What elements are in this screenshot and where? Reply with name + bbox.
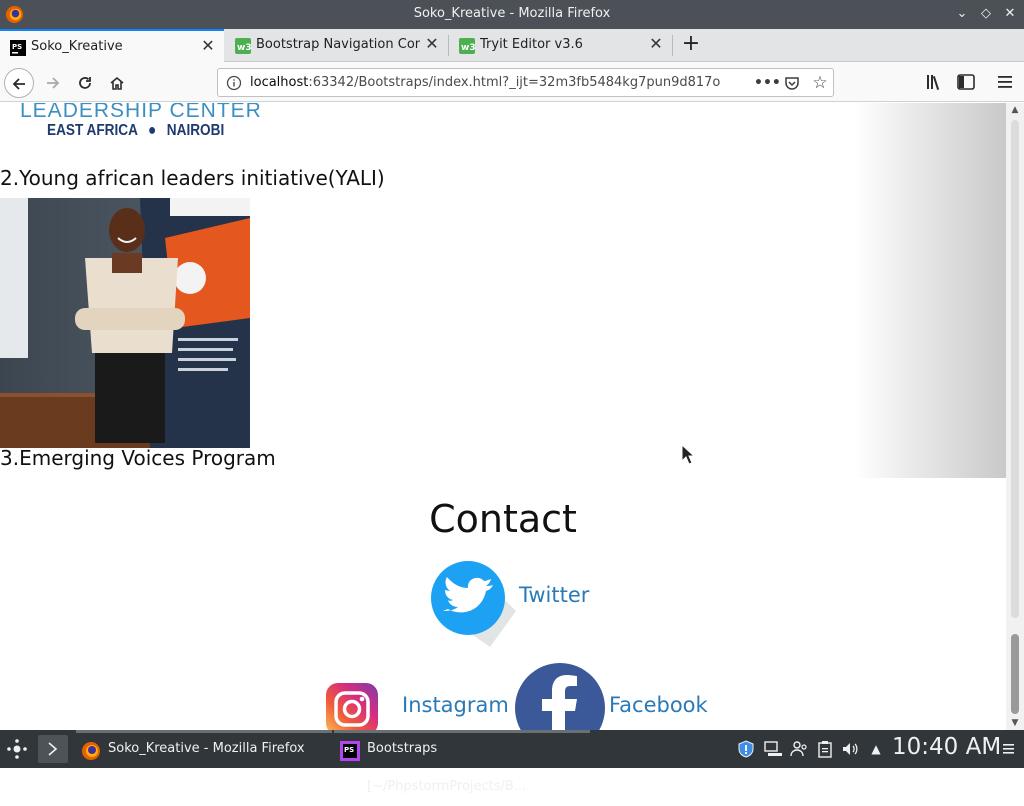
new-tab-icon[interactable]: + bbox=[679, 33, 703, 57]
facebook-icon[interactable] bbox=[515, 663, 605, 730]
contact-heading: Contact bbox=[429, 497, 577, 541]
user-switch-icon[interactable] bbox=[789, 739, 809, 759]
scrollbar-thumb[interactable] bbox=[1011, 634, 1019, 714]
back-arrow-icon bbox=[12, 78, 25, 90]
forward-button[interactable] bbox=[38, 68, 68, 98]
w3schools-icon: w3 bbox=[235, 38, 251, 54]
close-tab-icon[interactable]: ✕ bbox=[648, 36, 664, 52]
svg-text:w3: w3 bbox=[461, 43, 475, 53]
info-icon[interactable] bbox=[226, 75, 242, 91]
shield-icon[interactable] bbox=[736, 739, 756, 759]
logo-bullet: ● bbox=[148, 122, 157, 139]
logo-subtitle-left: EAST AFRICA bbox=[47, 122, 138, 139]
navigation-toolbar: localhost:63342/Bootstraps/index.html?_i… bbox=[0, 62, 1024, 102]
programs-section: LEADERSHIP CENTER EAST AFRICA ● NAIROBI … bbox=[0, 103, 1006, 478]
chevron-up-icon[interactable]: ▲ bbox=[866, 739, 886, 759]
panel-menu-icon[interactable] bbox=[998, 739, 1018, 759]
network-icon[interactable] bbox=[763, 739, 783, 759]
show-desktop-button[interactable] bbox=[38, 735, 68, 763]
clipboard-icon[interactable] bbox=[815, 739, 835, 759]
logo-title: LEADERSHIP CENTER bbox=[20, 103, 262, 122]
taskbar: Soko_Kreative - Mozilla Firefox PS Boots… bbox=[0, 730, 1024, 794]
scroll-down-arrow-icon[interactable]: ▼ bbox=[1010, 718, 1020, 728]
chevron-right-icon bbox=[48, 742, 58, 756]
window-titlebar: Soko_Kreative - Mozilla Firefox ⌄ ◇ ✕ bbox=[0, 0, 1024, 29]
reload-button[interactable] bbox=[70, 68, 100, 98]
program-item-yali: 2.Young african leaders initiative(YALI) bbox=[0, 166, 385, 190]
svg-text:PS: PS bbox=[344, 746, 354, 754]
minimize-icon[interactable]: ⌄ bbox=[953, 5, 971, 23]
url-text[interactable]: localhost:63342/Bootstraps/index.html?_i… bbox=[250, 75, 720, 90]
facebook-link[interactable]: Facebook bbox=[609, 693, 708, 717]
library-icon[interactable] bbox=[923, 72, 945, 92]
bookmark-star-icon[interactable]: ☆ bbox=[811, 74, 829, 92]
taskbar-item-firefox[interactable]: Soko_Kreative - Mozilla Firefox bbox=[76, 730, 332, 768]
logo-subtitle-right: NAIROBI bbox=[166, 122, 225, 139]
address-bar[interactable]: localhost:63342/Bootstraps/index.html?_i… bbox=[217, 68, 834, 97]
twitter-icon[interactable] bbox=[430, 559, 518, 649]
scrollbar-track[interactable] bbox=[1011, 120, 1019, 618]
pocket-icon[interactable] bbox=[783, 74, 801, 92]
tab-strip: PS Soko_Kreative ✕ w3 Bootstrap Navigati… bbox=[0, 29, 1024, 62]
tab-soko-kreative[interactable]: PS Soko_Kreative ✕ bbox=[0, 29, 224, 62]
window-title: Soko_Kreative - Mozilla Firefox bbox=[413, 6, 611, 21]
back-button[interactable] bbox=[4, 68, 34, 98]
page-viewport: LEADERSHIP CENTER EAST AFRICA ● NAIROBI … bbox=[0, 103, 1006, 730]
svg-text:w3: w3 bbox=[237, 43, 251, 53]
instagram-link[interactable]: Instagram bbox=[402, 693, 509, 717]
svg-text:PS: PS bbox=[12, 43, 22, 51]
firefox-icon bbox=[82, 742, 100, 760]
taskbar-item-phpstorm[interactable]: PS Bootstraps [~/PhpstormProjects/B... bbox=[334, 730, 590, 794]
url-path: :63342/Bootstraps/index.html?_ijt=32m3fb… bbox=[308, 75, 720, 90]
twitter-link[interactable]: Twitter bbox=[519, 583, 589, 607]
taskbar-item-label: Bootstraps [~/PhpstormProjects/B... bbox=[367, 741, 527, 794]
reload-icon bbox=[79, 77, 91, 89]
program-item-emerging-voices: 3.Emerging Voices Program bbox=[0, 446, 276, 470]
close-tab-icon[interactable]: ✕ bbox=[424, 36, 440, 52]
taskbar-item-label: Soko_Kreative - Mozilla Firefox bbox=[108, 741, 305, 756]
home-button[interactable] bbox=[102, 68, 132, 98]
tab-label: Tryit Editor v3.6 bbox=[480, 37, 583, 52]
program-photo bbox=[0, 198, 250, 448]
phpstorm-icon: PS bbox=[10, 40, 26, 56]
logo-subtitle: EAST AFRICA ● NAIROBI bbox=[47, 122, 224, 140]
url-host: localhost bbox=[250, 75, 309, 90]
tab-label: Soko_Kreative bbox=[31, 39, 123, 54]
page-scrollbar[interactable]: ▲ ▼ bbox=[1006, 103, 1024, 730]
tab-tryit-editor[interactable]: w3 Tryit Editor v3.6 ✕ bbox=[449, 29, 672, 62]
forward-arrow-icon bbox=[47, 77, 60, 89]
application-launcher-icon[interactable] bbox=[6, 738, 28, 760]
w3schools-icon: w3 bbox=[459, 38, 475, 54]
tab-label: Bootstrap Navigation Comp bbox=[256, 37, 420, 52]
scroll-up-arrow-icon[interactable]: ▲ bbox=[1010, 105, 1020, 115]
volume-icon[interactable] bbox=[840, 739, 860, 759]
instagram-icon[interactable] bbox=[326, 683, 378, 730]
page-actions-icon[interactable]: ••• bbox=[754, 74, 781, 92]
sidebar-icon[interactable] bbox=[955, 72, 977, 92]
tab-bootstrap-navigation[interactable]: w3 Bootstrap Navigation Comp ✕ bbox=[225, 29, 448, 62]
close-tab-icon[interactable]: ✕ bbox=[200, 38, 216, 54]
tab-separator bbox=[672, 35, 673, 56]
close-window-icon[interactable]: ✕ bbox=[1001, 5, 1019, 23]
phpstorm-icon: PS bbox=[340, 741, 360, 761]
hamburger-menu-icon[interactable] bbox=[994, 72, 1016, 92]
home-icon bbox=[110, 76, 124, 90]
mouse-cursor-icon bbox=[681, 444, 695, 465]
maximize-icon[interactable]: ◇ bbox=[977, 5, 995, 23]
taskbar-clock[interactable]: 10:40 AM bbox=[892, 734, 1001, 760]
